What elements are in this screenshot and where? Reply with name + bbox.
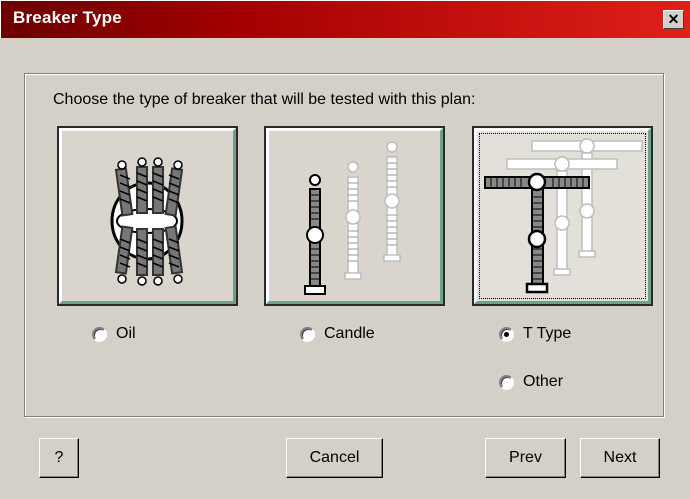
prompt-text: Choose the type of breaker that will be … [53, 91, 476, 108]
candle-breaker-icon [304, 141, 401, 295]
radio-oil-label: Oil [116, 325, 136, 342]
title-bar[interactable]: Breaker Type ✕ [0, 0, 690, 38]
radio-oil-indicator[interactable] [92, 326, 107, 342]
candle-breaker-picture-button[interactable] [264, 126, 445, 306]
oil-breaker-picture-button[interactable] [57, 126, 238, 306]
window-title: Breaker Type [13, 8, 122, 27]
help-button[interactable]: ? [39, 438, 79, 478]
breaker-type-dialog: Breaker Type ✕ Choose the type of breake… [0, 0, 690, 499]
next-button[interactable]: Next [580, 438, 660, 478]
prev-button[interactable]: Prev [485, 438, 566, 478]
radio-oil[interactable]: Oil [92, 325, 136, 343]
t-type-breaker-picture-button[interactable] [472, 126, 653, 306]
t-type-breaker-icon [484, 138, 643, 294]
radio-t-type-label: T Type [523, 325, 572, 342]
radio-t-type[interactable]: T Type [499, 325, 571, 343]
close-button[interactable]: ✕ [663, 10, 684, 29]
radio-t-type-indicator[interactable] [499, 326, 514, 342]
radio-other-label: Other [523, 373, 564, 390]
radio-other[interactable]: Other [499, 373, 563, 391]
radio-other-indicator[interactable] [499, 374, 514, 390]
oil-breaker-icon [110, 157, 184, 286]
close-icon: ✕ [667, 11, 680, 27]
cancel-button[interactable]: Cancel [286, 438, 383, 478]
radio-candle[interactable]: Candle [300, 325, 375, 343]
radio-candle-label: Candle [324, 325, 375, 342]
radio-candle-indicator[interactable] [300, 326, 315, 342]
